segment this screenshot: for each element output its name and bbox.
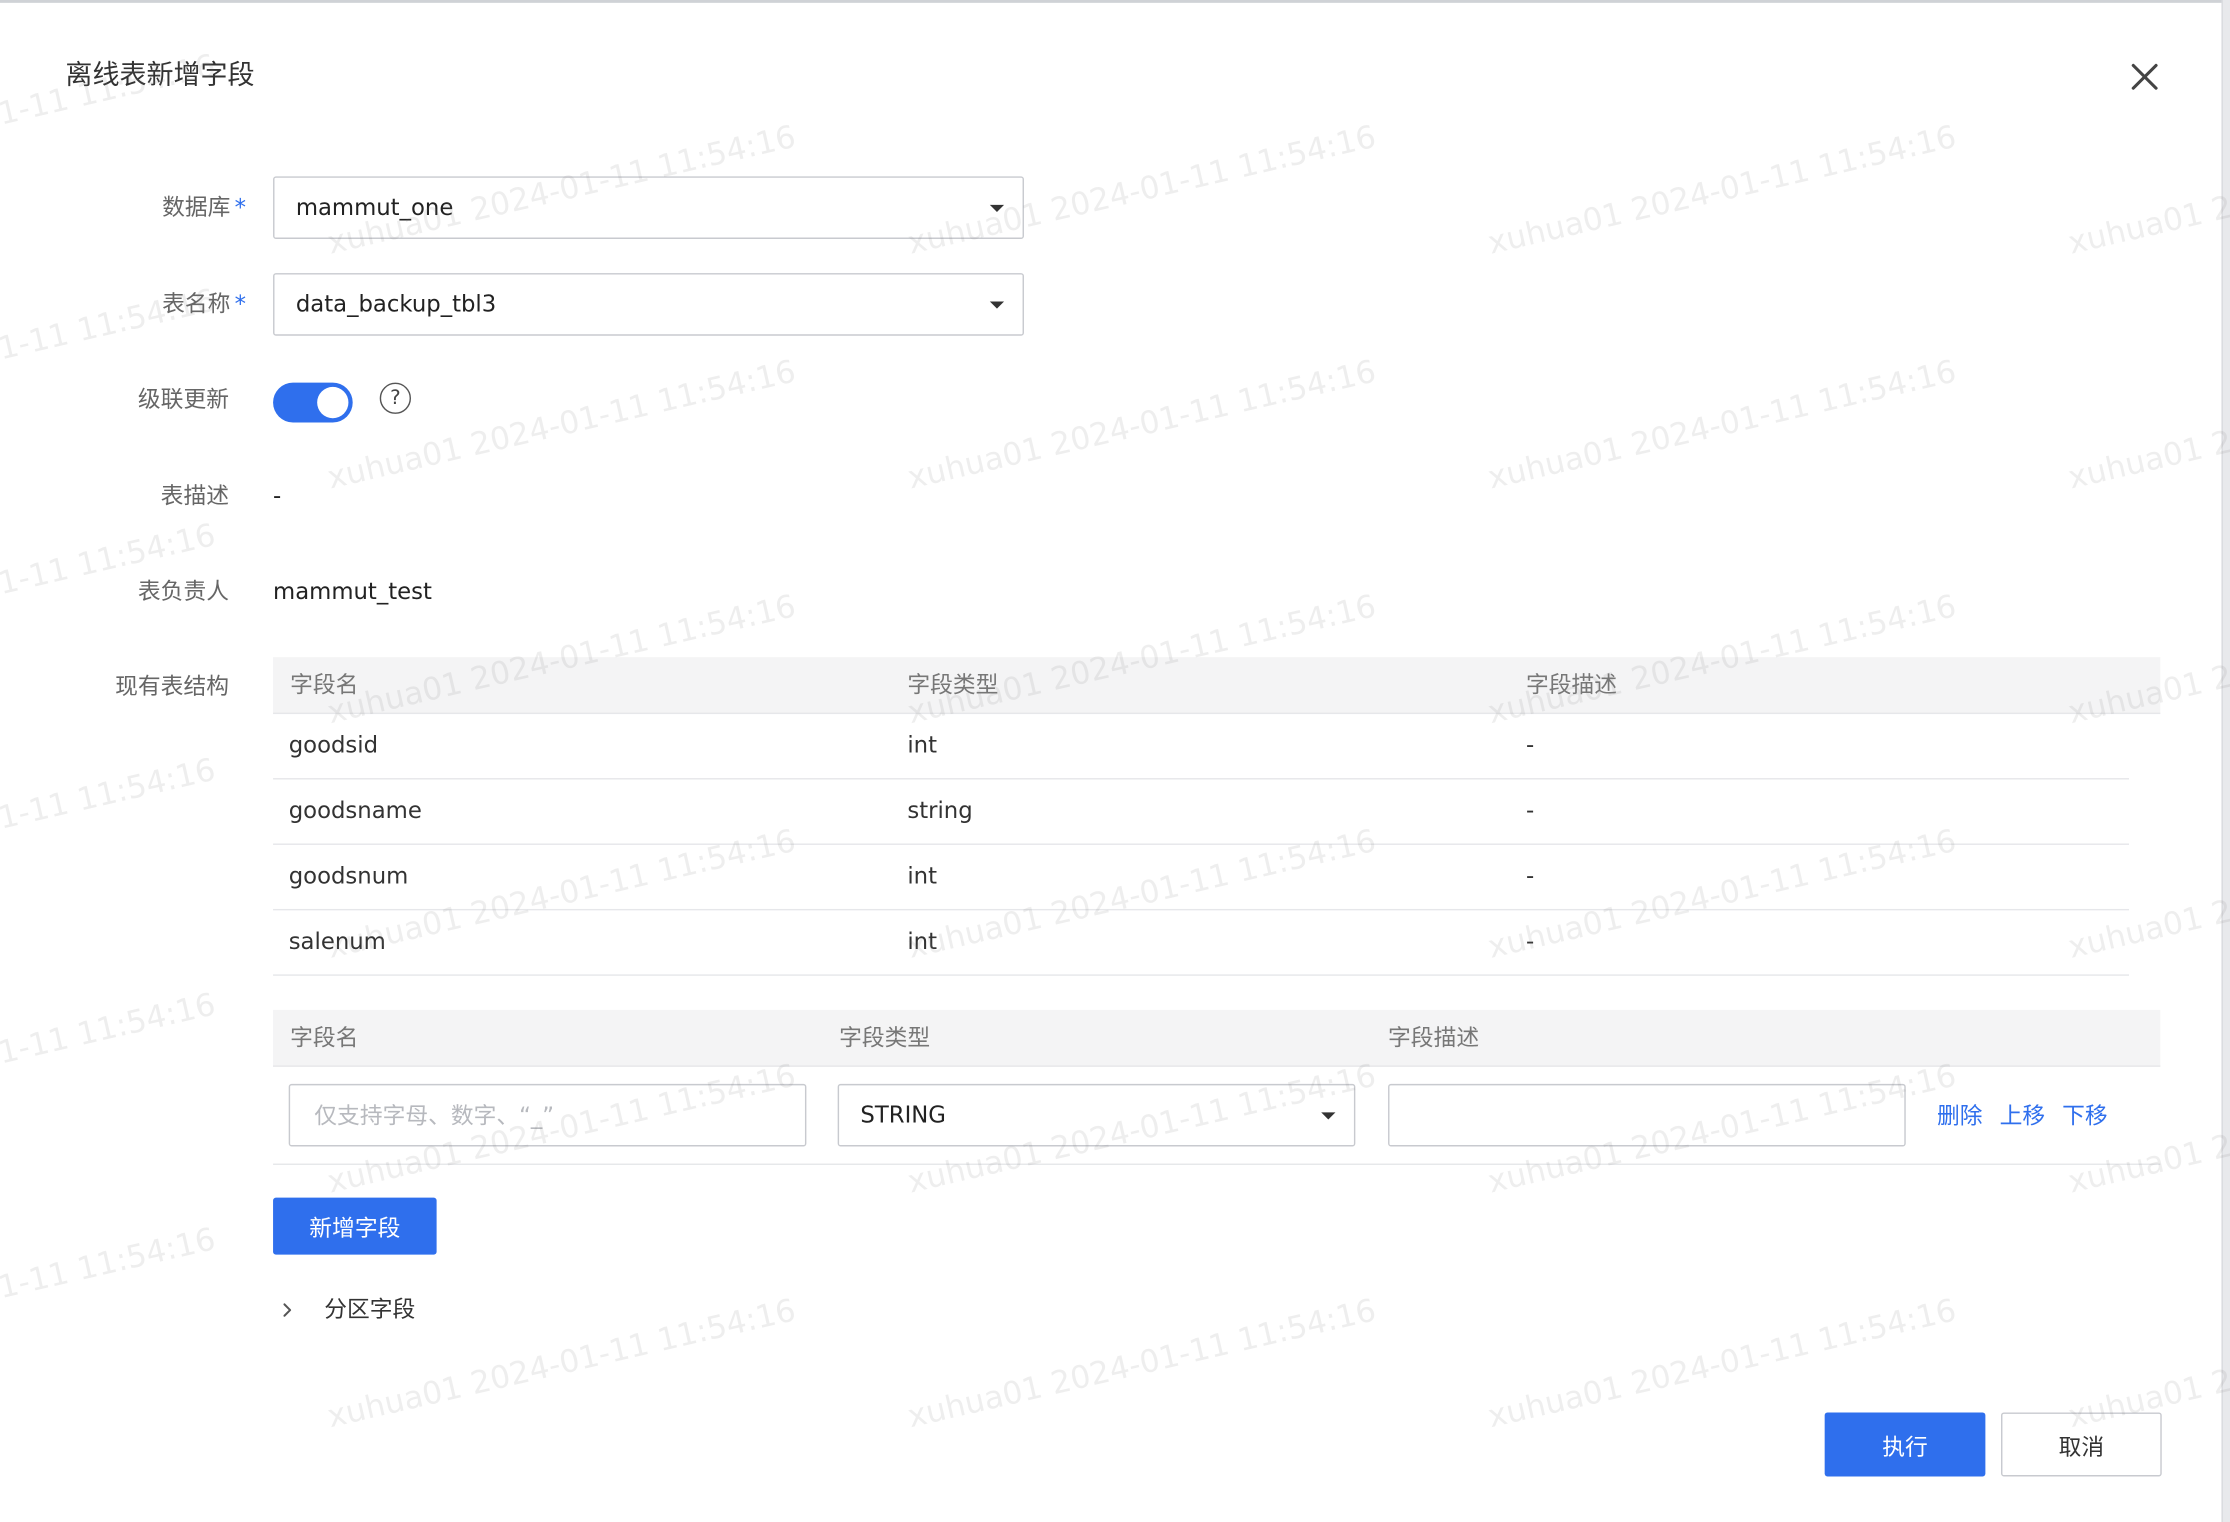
watermark: xuhua01 2024-01-11 11:54:16 (324, 354, 800, 497)
field-type-cell: int (907, 731, 938, 759)
table-owner-label: 表负责人 (137, 577, 229, 605)
table-name-select[interactable]: data_backup_tbl3 (273, 273, 1024, 336)
existing-table-header: 字段名 字段类型 字段描述 (273, 657, 2161, 715)
move-down-link[interactable]: 下移 (2062, 1101, 2108, 1132)
window-right-edge (2221, 0, 2230, 1522)
table-name-label: 表名称 * (162, 289, 246, 320)
field-type-cell: int (907, 861, 938, 890)
execute-button[interactable]: 执行 (1824, 1412, 1986, 1477)
field-name-cell: goodsid (288, 731, 379, 759)
close-icon[interactable] (2128, 60, 2162, 94)
table-name-select-value: data_backup_tbl3 (295, 290, 497, 318)
caret-down-icon (989, 204, 1005, 212)
new-field-row: STRING 删除 上移 下移 (273, 1067, 2161, 1165)
chevron-right-icon (283, 1303, 292, 1317)
database-select-value: mammut_one (295, 193, 454, 221)
table-desc-value: - (273, 482, 282, 510)
structure-label: 现有表结构 (115, 672, 229, 700)
table-name-label-text: 表名称 (162, 290, 231, 318)
cancel-button[interactable]: 取消 (2001, 1412, 2162, 1477)
watermark: xuhua01 2024-01-11 11:54:16 (1484, 354, 1960, 497)
toggle-knob (317, 386, 349, 419)
cascade-update-toggle[interactable] (273, 382, 353, 423)
field-name-input[interactable] (288, 1083, 807, 1147)
field-desc-cell: - (1526, 731, 1535, 759)
modal-dialog: 离线表新增字段 数据库 * mammut_one 表名称 * data_backup… (0, 0, 2230, 1522)
watermark: xuhua01 2024-01-11 11:54:16 (904, 1293, 1380, 1436)
dialog-title: 离线表新增字段 (65, 59, 255, 92)
required-mark: * (234, 193, 247, 221)
watermark: xuhua01 2024-01-11 11:54:16 (904, 354, 1380, 497)
help-icon[interactable]: ? (379, 382, 412, 414)
field-type-select[interactable]: STRING (837, 1083, 1356, 1147)
new-field-header: 字段名 字段类型 字段描述 (273, 1009, 2161, 1067)
column-header-type: 字段类型 (907, 671, 999, 699)
caret-down-icon (989, 301, 1005, 309)
watermark: xuhua01 2024-01-11 11:54:16 (0, 752, 219, 895)
watermark: xuhua01 2024-01-11 11:54:16 (2065, 354, 2230, 497)
cascade-update-label: 级联更新 (137, 385, 229, 413)
add-field-button[interactable]: 新增字段 (273, 1197, 437, 1255)
database-label: 数据库 * (162, 192, 246, 223)
watermark: xuhua01 2024-01-11 11:54:16 (1484, 119, 1960, 263)
watermark: xuhua01 2024-01-11 11:54:16 (2065, 120, 2230, 263)
field-type-select-value: STRING (860, 1100, 946, 1128)
window-top-edge (0, 0, 2230, 3)
table-row: salenum int - (273, 910, 2130, 976)
caret-down-icon (1321, 1112, 1336, 1120)
table-owner-value: mammut_test (273, 577, 432, 605)
field-name-cell: salenum (288, 927, 386, 955)
field-desc-cell: - (1526, 796, 1535, 824)
watermark: xuhua01 2024-01-11 11:54:16 (0, 987, 219, 1129)
partition-fields-label: 分区字段 (324, 1295, 416, 1323)
field-desc-cell: - (1526, 927, 1535, 955)
watermark: xuhua01 2024-01-11 11:54:16 (0, 1222, 219, 1364)
field-type-cell: string (907, 796, 973, 824)
required-mark: * (234, 290, 247, 318)
column-header-name: 字段名 (290, 671, 359, 699)
delete-row-link[interactable]: 删除 (1937, 1101, 1983, 1132)
table-row: goodsid int - (273, 714, 2130, 780)
field-desc-input[interactable] (1388, 1083, 1906, 1147)
field-name-cell: goodsname (288, 796, 422, 824)
column-header-desc: 字段描述 (1388, 1024, 1480, 1052)
field-desc-cell: - (1526, 861, 1535, 890)
field-name-cell: goodsnum (288, 861, 409, 890)
column-header-type: 字段类型 (839, 1024, 931, 1052)
column-header-name: 字段名 (290, 1024, 359, 1052)
field-type-cell: int (907, 927, 938, 955)
table-row: goodsname string - (273, 779, 2130, 845)
move-up-link[interactable]: 上移 (2000, 1101, 2046, 1132)
database-select[interactable]: mammut_one (273, 176, 1024, 239)
table-row: goodsnum int - (273, 845, 2130, 911)
database-label-text: 数据库 (162, 193, 231, 221)
column-header-desc: 字段描述 (1526, 671, 1618, 699)
table-desc-label: 表描述 (160, 482, 229, 510)
